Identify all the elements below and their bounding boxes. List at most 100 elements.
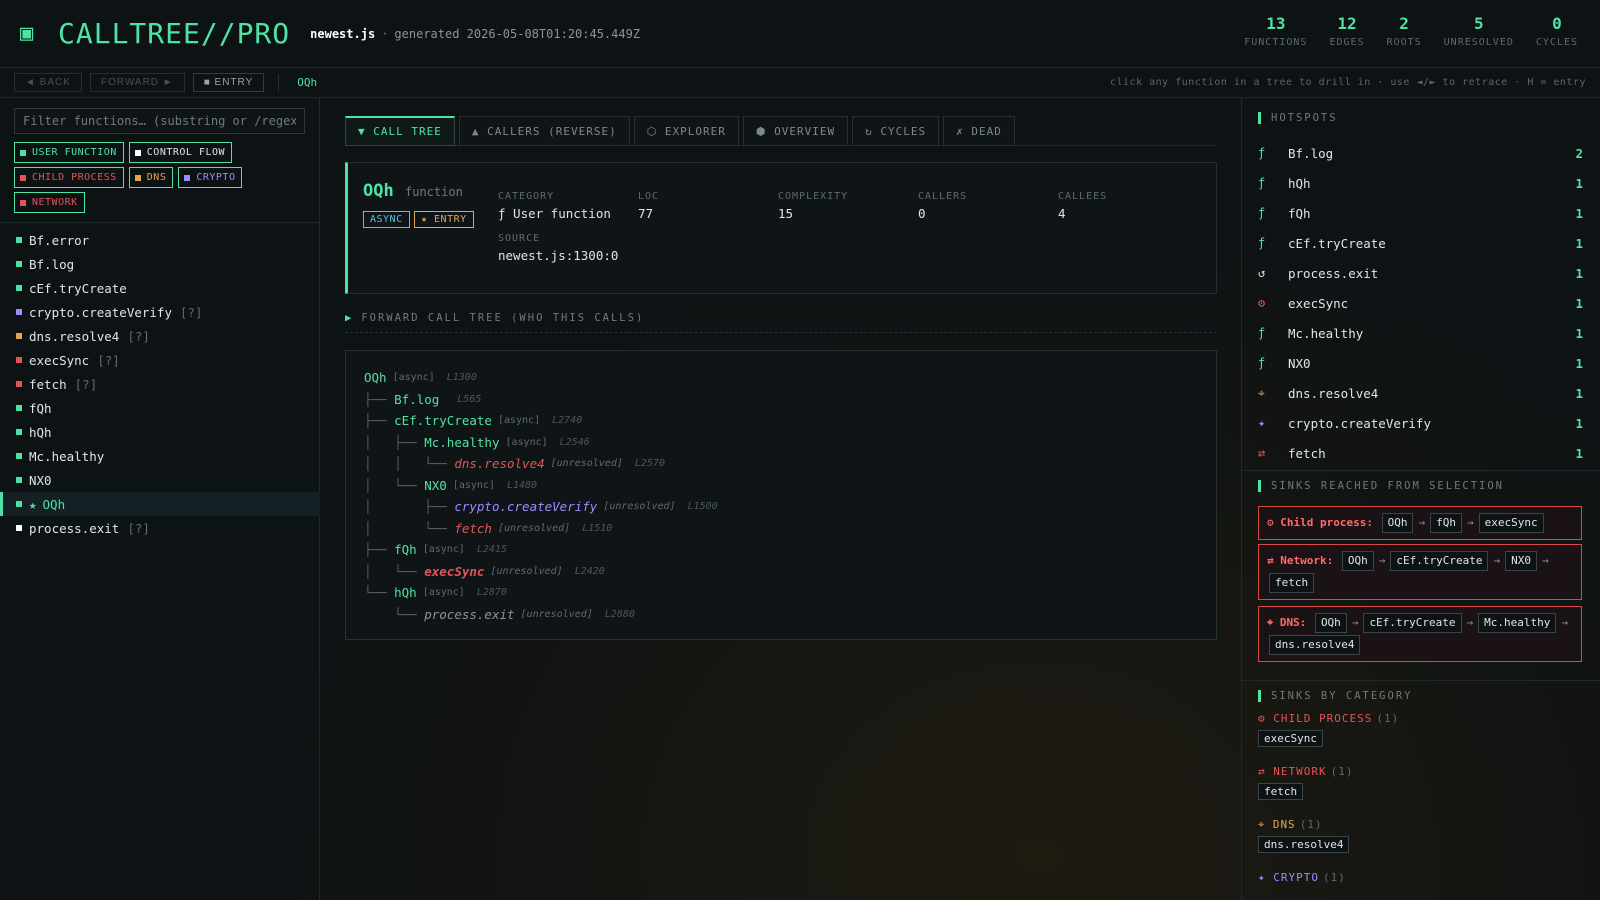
function-item-execsync[interactable]: execSync [?]	[0, 348, 320, 372]
panel-divider	[1242, 680, 1600, 681]
hotspot-count: 1	[1575, 385, 1583, 401]
tree-node-oqh[interactable]: OQh [async] L1300	[364, 367, 1198, 389]
path-pill[interactable]: Mc.healthy	[1478, 613, 1557, 633]
tab-overview[interactable]: ⬢ OVERVIEW	[742, 116, 849, 146]
function-item-cef-trycreate[interactable]: cEf.tryCreate	[0, 276, 320, 300]
heading-text: SINKS BY CATEGORY	[1271, 690, 1413, 702]
meta-callers: CALLERS 0	[918, 191, 967, 221]
function-item-bf-log[interactable]: Bf.log	[0, 252, 320, 276]
function-item-nx0[interactable]: NX0	[0, 468, 320, 492]
entry-button[interactable]: ■ ENTRY	[192, 73, 265, 92]
tree-node-hqh[interactable]: └── hQh [async] L2870	[364, 582, 1198, 604]
forward-button[interactable]: FORWARD ►	[89, 73, 185, 92]
hotspot-item[interactable]: ƒ cEf.tryCreate 1	[1258, 228, 1583, 258]
hotspot-item[interactable]: ƒ hQh 1	[1258, 168, 1583, 198]
tab-explorer[interactable]: ⬡ EXPLORER	[633, 116, 739, 146]
function-item-hqh[interactable]: hQh	[0, 420, 320, 444]
hotspot-count: 1	[1575, 265, 1583, 281]
stats-bar: 13 FUNCTIONS 12 EDGES 2 ROOTS 5 UNRESOLV…	[1244, 14, 1578, 48]
chip-crypto[interactable]: CRYPTO	[178, 167, 243, 188]
tab-call-tree[interactable]: ▼ CALL TREE	[345, 116, 455, 146]
tree-node-name: crypto.createVerify	[454, 499, 598, 515]
tree-node-cef-trycreate[interactable]: ├── cEf.tryCreate [async] L2740	[364, 410, 1198, 432]
function-item-oqh[interactable]: ★ OQh	[0, 492, 320, 516]
tree-node-crypto-createverify[interactable]: │ ├── crypto.createVerify [unresolved] L15…	[364, 496, 1198, 518]
function-item-fqh[interactable]: fQh	[0, 396, 320, 420]
stat-roots: 2 ROOTS	[1387, 14, 1422, 48]
tree-node-name: OQh	[364, 370, 387, 386]
back-button[interactable]: ◄ BACK	[14, 73, 82, 92]
function-item-mc-healthy[interactable]: Mc.healthy	[0, 444, 320, 468]
panel-divider	[1242, 470, 1600, 471]
path-pill[interactable]: OQh	[1341, 551, 1374, 571]
category-item[interactable]: execSync	[1258, 730, 1323, 747]
forward-tree-heading: ▶ FORWARD CALL TREE (WHO THIS CALLS)	[345, 312, 1217, 333]
chip-label: CONTROL FLOW	[146, 147, 226, 158]
function-icon: ƒ	[1258, 236, 1266, 250]
path-pill[interactable]: fQh	[1430, 513, 1462, 533]
path-pill[interactable]: OQh	[1314, 613, 1347, 633]
function-item-bf-error[interactable]: Bf.error	[0, 228, 320, 252]
tree-node-fqh[interactable]: ├── fQh [async] L2415	[364, 539, 1198, 561]
category-item[interactable]: dns.resolve4	[1258, 836, 1350, 853]
accent-bar	[1258, 690, 1261, 702]
path-pill[interactable]: cEf.tryCreate	[1390, 551, 1489, 571]
filter-input[interactable]	[14, 108, 305, 134]
stat-value: 0	[1552, 14, 1562, 33]
hotspot-item[interactable]: ƒ fQh 1	[1258, 198, 1583, 228]
function-name: OQh	[42, 496, 66, 512]
hotspot-item[interactable]: ƒ Bf.log 2	[1258, 138, 1583, 168]
chip-control-flow[interactable]: CONTROL FLOW	[128, 142, 233, 163]
tree-node-mc-healthy[interactable]: │ ├── Mc.healthy [async] L2546	[364, 432, 1198, 454]
tab-dead[interactable]: ✗ DEAD	[943, 116, 1015, 146]
hotspot-item[interactable]: ƒ Mc.healthy 1	[1258, 318, 1583, 348]
section-title-text: FORWARD CALL TREE (WHO THIS CALLS)	[361, 312, 645, 324]
category-square-icon	[16, 525, 22, 531]
unresolved-marker: [?]	[127, 520, 150, 536]
stat-value: 13	[1266, 14, 1286, 33]
category-square-icon	[16, 429, 22, 435]
path-pill[interactable]: fetch	[1269, 573, 1315, 593]
chip-child-process[interactable]: CHILD PROCESS	[14, 167, 124, 188]
hotspot-item[interactable]: ⌖ dns.resolve4 1	[1258, 378, 1583, 408]
chip-dns[interactable]: DNS	[128, 167, 174, 188]
function-item-fetch[interactable]: fetch [?]	[0, 372, 320, 396]
stat-edges: 12 EDGES	[1329, 14, 1364, 48]
tree-node-process-exit[interactable]: └── process.exit [unresolved] L2880	[364, 604, 1198, 626]
function-item-process-exit[interactable]: process.exit [?]	[0, 516, 320, 540]
tab-callers-reverse[interactable]: ▲ CALLERS (REVERSE)	[458, 116, 630, 146]
dns-icon: ⌖	[1258, 385, 1265, 400]
tree-node-tag: [async]	[505, 436, 548, 448]
tree-node-fetch[interactable]: │ └── fetch [unresolved] L1510	[364, 518, 1198, 540]
tree-node-dns-resolve4[interactable]: │ │ └── dns.resolve4 [unresolved] L2570	[364, 453, 1198, 475]
function-name: fQh	[29, 400, 52, 416]
heading-text: SINKS REACHED FROM SELECTION	[1271, 480, 1505, 492]
hotspot-item[interactable]: ⇄ fetch 1	[1258, 438, 1583, 468]
chip-network[interactable]: NETWORK	[14, 192, 85, 213]
path-pill[interactable]: NX0	[1505, 551, 1537, 571]
exit-icon: ↺	[1258, 266, 1266, 280]
function-icon: ƒ	[1258, 326, 1266, 340]
category-square-icon	[16, 381, 22, 387]
nav-current-function[interactable]: OQh	[297, 76, 317, 89]
hotspot-item[interactable]: ⚙ execSync 1	[1258, 288, 1583, 318]
path-pill[interactable]: cEf.tryCreate	[1363, 613, 1462, 633]
chip-user-function[interactable]: USER FUNCTION	[14, 142, 124, 163]
hotspot-item[interactable]: ↺ process.exit 1	[1258, 258, 1583, 288]
category-crypto: ✦ CRYPTO (1)	[1258, 871, 1346, 884]
tab-cycles[interactable]: ↻ CYCLES	[852, 116, 940, 146]
hotspot-item[interactable]: ✦ crypto.createVerify 1	[1258, 408, 1583, 438]
function-item-crypto-createverify[interactable]: crypto.createVerify [?]	[0, 300, 320, 324]
path-pill[interactable]: execSync	[1478, 513, 1544, 533]
function-item-dns-resolve4[interactable]: dns.resolve4 [?]	[0, 324, 320, 348]
category-count: (1)	[1376, 712, 1400, 725]
hotspot-item[interactable]: ƒ NX0 1	[1258, 348, 1583, 378]
tree-node-nx0[interactable]: │ └── NX0 [async] L1480	[364, 475, 1198, 497]
tree-node-execsync[interactable]: │ └── execSync [unresolved] L2420	[364, 561, 1198, 583]
path-pill[interactable]: dns.resolve4	[1269, 635, 1361, 655]
category-item[interactable]: fetch	[1258, 783, 1304, 800]
path-pill[interactable]: OQh	[1381, 513, 1414, 533]
nav-bar: ◄ BACK FORWARD ► ■ ENTRY OQh click any f…	[0, 68, 1600, 98]
tree-node-bf-log[interactable]: ├── Bf.log L565	[364, 389, 1198, 411]
category-square-icon	[16, 285, 22, 291]
